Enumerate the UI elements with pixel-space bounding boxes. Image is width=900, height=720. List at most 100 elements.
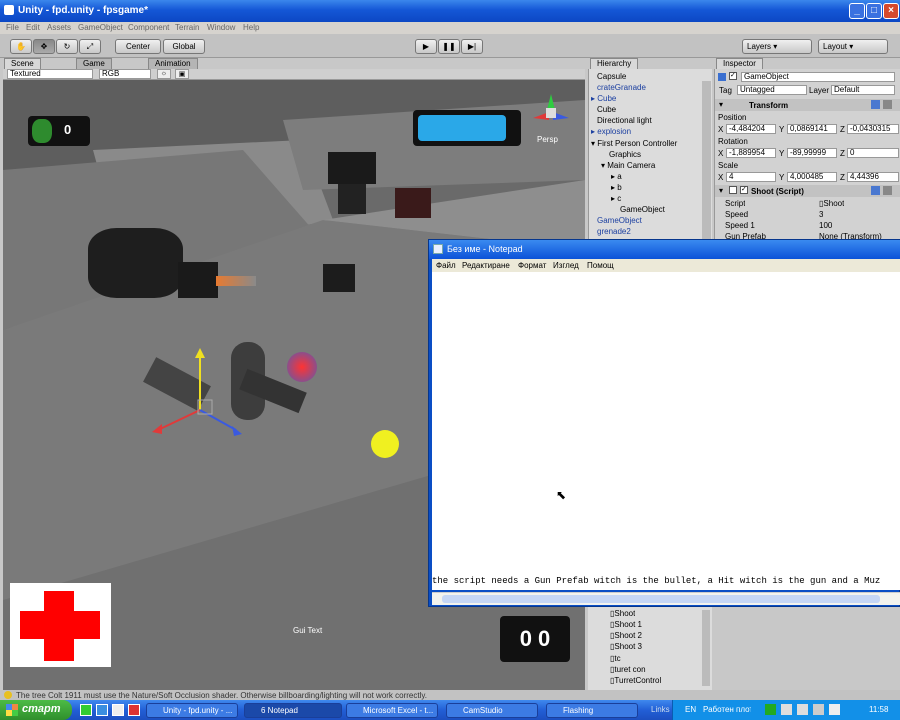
menu-window[interactable]: Window bbox=[207, 23, 235, 32]
move-tool-icon[interactable]: ✥ bbox=[33, 39, 55, 54]
menu-gameobject[interactable]: GameObject bbox=[78, 23, 123, 32]
hierarchy-item-light[interactable]: Directional light bbox=[589, 116, 709, 125]
task-notepad[interactable]: 6 Notepad bbox=[244, 703, 342, 718]
crate-object[interactable] bbox=[338, 184, 366, 214]
project-item[interactable]: ▯TurretControl bbox=[610, 676, 661, 685]
scale-tool-icon[interactable]: ⤢ bbox=[79, 39, 101, 54]
project-item[interactable]: ▯Shoot 3 bbox=[610, 642, 642, 651]
language-indicator[interactable]: EN bbox=[685, 705, 696, 714]
tray-icon[interactable] bbox=[781, 704, 792, 715]
shoot-script-header[interactable]: ▾ ✓ Shoot (Script) bbox=[715, 185, 900, 197]
image-effects-icon[interactable]: ▣ bbox=[175, 69, 189, 79]
hierarchy-scrollbar[interactable] bbox=[702, 81, 711, 249]
quicklaunch-icon[interactable] bbox=[80, 704, 92, 716]
tray-icon[interactable] bbox=[813, 704, 824, 715]
hierarchy-item-b[interactable]: ▸ b bbox=[589, 183, 709, 192]
pause-icon[interactable]: ❚❚ bbox=[438, 39, 460, 54]
rotation-x-field[interactable]: -1,889954 bbox=[726, 148, 776, 158]
notepad-menu-file[interactable]: Файл bbox=[436, 261, 456, 270]
hierarchy-item-c[interactable]: ▸ c bbox=[589, 194, 709, 203]
draw-mode-dropdown[interactable]: Textured bbox=[7, 69, 93, 79]
task-unity[interactable]: Unity - fpd.unity - ... bbox=[146, 703, 238, 718]
active-checkbox[interactable]: ✓ bbox=[729, 72, 737, 80]
hierarchy-item-graphics[interactable]: Graphics bbox=[589, 150, 709, 159]
maximize-button[interactable]: □ bbox=[866, 3, 882, 19]
tab-game[interactable]: Game bbox=[76, 58, 112, 69]
hierarchy-item-a[interactable]: ▸ a bbox=[589, 172, 709, 181]
gear-icon[interactable] bbox=[883, 100, 892, 109]
pivot-global-button[interactable]: Global bbox=[163, 39, 205, 54]
hierarchy-item-fpc[interactable]: ▾ First Person Controller bbox=[589, 139, 709, 148]
menu-edit[interactable]: Edit bbox=[26, 23, 40, 32]
menu-help[interactable]: Help bbox=[243, 23, 259, 32]
move-gizmo[interactable] bbox=[148, 348, 258, 438]
menu-assets[interactable]: Assets bbox=[47, 23, 71, 32]
object-name-field[interactable]: GameObject bbox=[741, 72, 895, 82]
menu-component[interactable]: Component bbox=[128, 23, 169, 32]
notepad-title-bar[interactable]: Без име - Notepad bbox=[429, 240, 900, 259]
quicklaunch-icon[interactable] bbox=[128, 704, 140, 716]
turret-object[interactable] bbox=[88, 228, 183, 298]
foldout-icon[interactable]: ▾ bbox=[719, 100, 723, 109]
project-item[interactable]: ▯Shoot 1 bbox=[610, 620, 642, 629]
render-mode-dropdown[interactable]: RGB bbox=[99, 69, 151, 79]
tray-icon[interactable] bbox=[765, 704, 776, 715]
speed1-field[interactable]: 100 bbox=[819, 221, 832, 230]
scale-z-field[interactable]: 4,44396 bbox=[847, 172, 899, 182]
scene-gizmo-icon[interactable]: Persp bbox=[531, 92, 571, 144]
tag-dropdown[interactable]: Untagged bbox=[737, 85, 807, 95]
scale-x-field[interactable]: 4 bbox=[726, 172, 776, 182]
crate-object[interactable] bbox=[323, 264, 355, 292]
task-flashing[interactable]: Flashing bbox=[546, 703, 638, 718]
lighting-icon[interactable]: ☼ bbox=[157, 69, 171, 79]
hierarchy-item-cube[interactable]: Cube bbox=[589, 105, 709, 114]
quicklaunch-icon[interactable] bbox=[112, 704, 124, 716]
help-icon[interactable] bbox=[871, 186, 880, 195]
tray-icon[interactable] bbox=[829, 704, 840, 715]
hand-tool-icon[interactable]: ✋ bbox=[10, 39, 32, 54]
play-icon[interactable]: ▶ bbox=[415, 39, 437, 54]
rotation-z-field[interactable]: 0 bbox=[847, 148, 899, 158]
notepad-menu-help[interactable]: Помощ bbox=[587, 261, 614, 270]
project-item[interactable]: ▯tc bbox=[610, 654, 621, 663]
desktop-toolbar[interactable]: Работен плот bbox=[703, 705, 751, 714]
hierarchy-item-grenade2[interactable]: grenade2 bbox=[589, 227, 709, 236]
transform-header[interactable]: ▾ Transform bbox=[715, 99, 900, 111]
menu-file[interactable]: File bbox=[6, 23, 19, 32]
rotate-tool-icon[interactable]: ↻ bbox=[56, 39, 78, 54]
help-icon[interactable] bbox=[871, 100, 880, 109]
gear-icon[interactable] bbox=[883, 186, 892, 195]
minimize-button[interactable]: _ bbox=[849, 3, 865, 19]
tab-hierarchy[interactable]: Hierarchy bbox=[590, 58, 639, 69]
hierarchy-item-camera[interactable]: ▾ Main Camera bbox=[589, 161, 709, 170]
hierarchy-item-cube[interactable]: ▸ Cube bbox=[589, 94, 709, 103]
position-y-field[interactable]: 0,0869141 bbox=[787, 124, 837, 134]
scrollbar-thumb[interactable] bbox=[442, 595, 880, 603]
notepad-text-area[interactable]: ⬉ bbox=[432, 272, 900, 590]
notepad-menu-view[interactable]: Изглед bbox=[553, 261, 579, 270]
status-message[interactable]: The tree Colt 1911 must use the Nature/S… bbox=[16, 691, 896, 700]
pivot-center-button[interactable]: Center bbox=[115, 39, 161, 54]
script-enabled-checkbox[interactable]: ✓ bbox=[740, 186, 748, 194]
speed-field[interactable]: 3 bbox=[819, 210, 823, 219]
step-icon[interactable]: ▶| bbox=[461, 39, 483, 54]
project-item[interactable]: ▯turet con bbox=[610, 665, 646, 674]
hierarchy-item-gameobject-selected[interactable]: GameObject bbox=[589, 216, 709, 225]
position-x-field[interactable]: -4,484204 bbox=[726, 124, 776, 134]
audio-source-gizmo-icon[interactable] bbox=[371, 430, 399, 458]
layers-dropdown[interactable]: Layers ▾ bbox=[742, 39, 812, 54]
crate-object[interactable] bbox=[328, 152, 376, 184]
project-item[interactable]: ▯Shoot bbox=[610, 609, 635, 618]
crate-object[interactable] bbox=[178, 262, 218, 298]
menu-terrain[interactable]: Terrain bbox=[175, 23, 199, 32]
tab-animation[interactable]: Animation bbox=[148, 58, 198, 69]
foldout-icon[interactable]: ▾ bbox=[719, 186, 723, 195]
clock[interactable]: 11:58 bbox=[869, 705, 888, 714]
hierarchy-item-capsule[interactable]: Capsule bbox=[589, 72, 709, 81]
tray-icon[interactable] bbox=[797, 704, 808, 715]
layout-dropdown[interactable]: Layout ▾ bbox=[818, 39, 888, 54]
tab-scene[interactable]: Scene bbox=[4, 58, 41, 69]
quicklaunch-icon[interactable] bbox=[96, 704, 108, 716]
position-z-field[interactable]: -0,0430315 bbox=[847, 124, 899, 134]
hierarchy-item-explosion[interactable]: ▸ explosion bbox=[589, 127, 709, 136]
